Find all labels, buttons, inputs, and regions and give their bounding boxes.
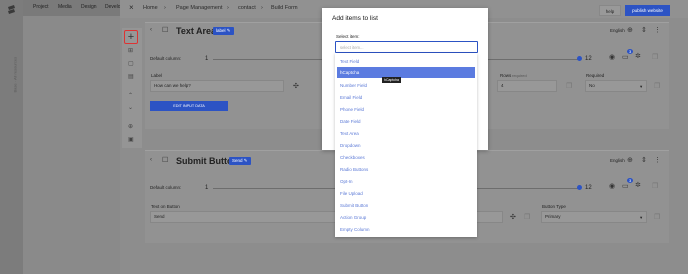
select-item-label: Select item: — [336, 34, 360, 39]
text-on-button-label: Text on Button — [151, 204, 180, 209]
grid-icon[interactable]: ⊞ — [128, 47, 133, 54]
breadcrumb-contact[interactable]: contact — [238, 5, 256, 11]
column-slider-handle[interactable] — [577, 56, 582, 61]
slider-min: 1 — [205, 185, 209, 191]
language-label: English — [610, 158, 625, 163]
menu-design[interactable]: Design — [81, 4, 97, 10]
more-icon[interactable]: ⋮ — [654, 26, 661, 34]
copy-icon[interactable]: ❐ — [654, 213, 660, 221]
breadcrumb-page-management[interactable]: Page Management — [176, 5, 222, 11]
top-menu: Project Media Design Develo — [23, 0, 121, 16]
sort-icon[interactable]: ⇕ — [641, 156, 647, 164]
globe-icon[interactable]: ⊕ — [627, 26, 633, 34]
translate-icon[interactable]: ✣ — [293, 82, 299, 90]
required-select[interactable]: No — [585, 80, 647, 92]
option-phone-field[interactable]: Phone Field — [340, 107, 364, 112]
sidebar-vertical-label: Base · All resources — [12, 56, 18, 93]
edit-input-data-button[interactable]: EDIT INPUT DATA — [150, 101, 228, 111]
vertical-toolbar — [122, 28, 142, 148]
default-column-label: Default column: — [150, 185, 182, 190]
option-opt-in[interactable]: Opt-In — [340, 179, 353, 184]
edit-icon[interactable]: ▭ — [622, 53, 629, 61]
left-rail — [0, 0, 23, 274]
card-title: Text Area — [176, 26, 217, 36]
column-slider-handle[interactable] — [577, 185, 582, 190]
option-email-field[interactable]: Email Field — [340, 95, 362, 100]
copy-icon[interactable]: ❐ — [524, 213, 530, 221]
chevron-icon[interactable]: ‹ — [150, 27, 152, 33]
option-checkboxes[interactable]: Checkboxes — [340, 155, 365, 160]
breadcrumb-home[interactable]: Home — [143, 5, 158, 11]
option-file-upload[interactable]: File Upload — [340, 191, 363, 196]
gear-icon[interactable]: ✲ — [635, 181, 641, 189]
clipboard-icon[interactable]: ▣ — [128, 136, 134, 143]
slider-max: 12 — [585, 185, 592, 191]
modal-title: Add items to list — [332, 15, 378, 22]
eye-icon[interactable]: ◉ — [609, 182, 615, 190]
option-radio-buttons[interactable]: Radio Buttons — [340, 167, 368, 172]
breadcrumb-build-form: Build Form — [271, 5, 298, 11]
option-submit-button[interactable]: Submit Button — [340, 203, 368, 208]
slider-max: 12 — [585, 56, 592, 62]
table-icon[interactable]: ▤ — [128, 73, 134, 80]
gear-icon[interactable]: ✲ — [635, 52, 641, 60]
option-hcaptcha[interactable]: hCaptcha — [340, 70, 359, 75]
add-item-button[interactable]: + — [124, 30, 138, 44]
required-label: Required — [586, 73, 605, 78]
option-empty-column[interactable]: Empty Column — [340, 227, 370, 232]
translate-icon[interactable]: ✣ — [510, 213, 516, 221]
collapse-icon[interactable]: ⌄ — [128, 104, 133, 111]
checkbox-icon[interactable]: ☐ — [162, 26, 168, 34]
copy-icon[interactable]: ❐ — [566, 82, 572, 90]
label-tag[interactable]: label ✎ — [213, 27, 234, 35]
rows-input[interactable]: 4 — [497, 80, 557, 92]
label-tag[interactable]: Send ✎ — [229, 157, 251, 165]
chevron-down-icon: ▾ — [640, 84, 643, 89]
option-text-field[interactable]: Text Field — [340, 59, 359, 64]
rows-label: Rows — [500, 73, 512, 78]
option-date-field[interactable]: Date Field — [340, 119, 361, 124]
publish-website-button[interactable]: publish website — [625, 5, 670, 16]
option-dropdown[interactable]: Dropdown — [340, 143, 361, 148]
option-action-group[interactable]: Action Group — [340, 215, 366, 220]
chevron-down-icon: ▾ — [640, 215, 643, 220]
option-text-area[interactable]: Text Area — [340, 131, 359, 136]
chevron-icon[interactable]: ‹ — [150, 157, 152, 163]
copy-icon[interactable]: ❐ — [654, 82, 660, 90]
copy-icon[interactable]: ❐ — [652, 182, 658, 190]
expand-icon[interactable]: ⌃ — [128, 92, 133, 99]
label-field-label: Label — [151, 73, 163, 78]
slider-min: 1 — [205, 56, 209, 62]
label-input[interactable]: How can we help? — [150, 80, 284, 92]
copy-icon[interactable]: ❐ — [652, 53, 658, 61]
globe-icon[interactable]: ⊕ — [128, 123, 133, 130]
option-number-field[interactable]: Number Field — [340, 83, 367, 88]
checkbox-icon[interactable]: ☐ — [162, 156, 168, 164]
copy-icon[interactable]: ▢ — [128, 60, 134, 67]
language-label: English — [610, 28, 625, 33]
app-logo-icon[interactable] — [6, 4, 17, 16]
menu-media[interactable]: Media — [58, 4, 72, 10]
more-icon[interactable]: ⋮ — [654, 156, 661, 164]
help-button[interactable]: help — [599, 5, 621, 16]
close-icon[interactable]: × — [129, 3, 134, 12]
option-tooltip: hCaptcha — [382, 77, 401, 83]
default-column-label: Default column: — [150, 56, 182, 61]
globe-icon[interactable]: ⊕ — [627, 156, 633, 164]
sort-icon[interactable]: ⇕ — [641, 26, 647, 34]
menu-develop[interactable]: Develo — [105, 4, 121, 10]
button-type-label: Button Type — [542, 204, 566, 209]
button-type-select[interactable]: Primary — [541, 211, 647, 223]
edit-icon[interactable]: ▭ — [622, 182, 629, 190]
eye-icon[interactable]: ◉ — [609, 53, 615, 61]
menu-project[interactable]: Project — [33, 4, 49, 10]
rows-required: required — [512, 73, 527, 78]
select-item-input[interactable]: select item... — [335, 41, 478, 53]
